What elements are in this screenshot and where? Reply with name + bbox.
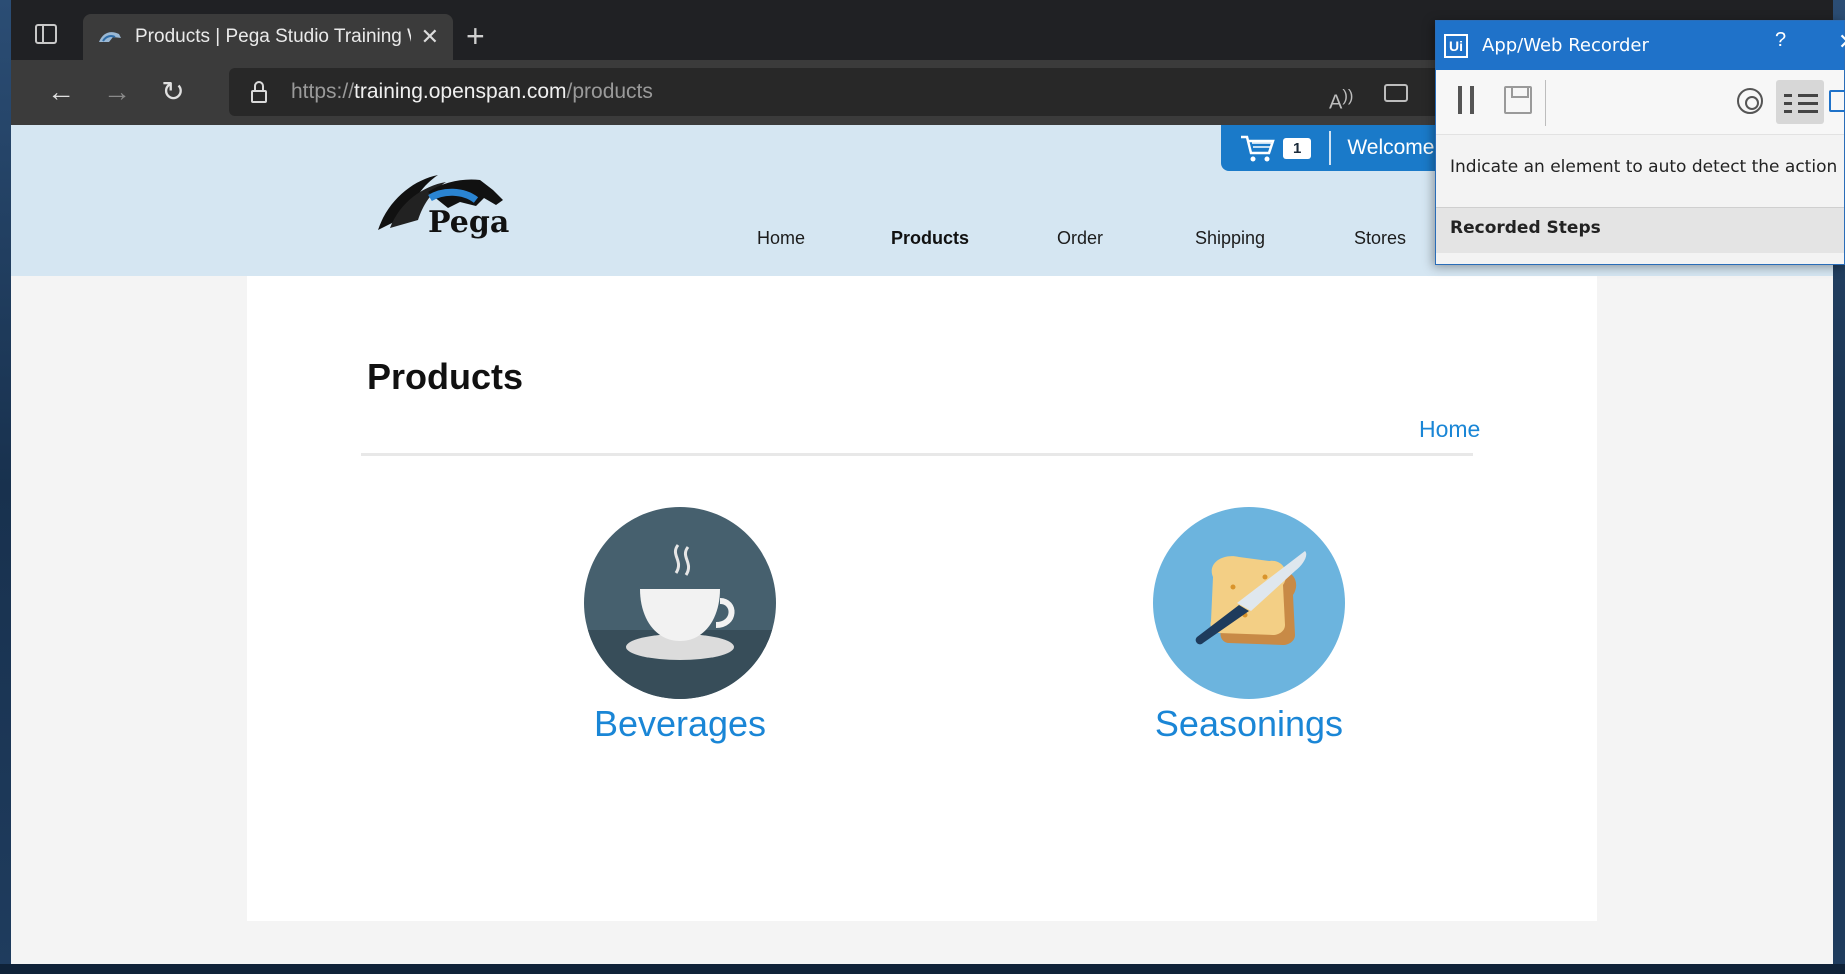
page-title: Products bbox=[367, 356, 524, 397]
nav-products[interactable]: Products bbox=[891, 228, 969, 249]
coffee-cup-icon bbox=[584, 507, 776, 699]
help-icon[interactable]: ? bbox=[1775, 29, 1786, 52]
recorder-toolbar bbox=[1436, 70, 1845, 134]
read-aloud-icon[interactable]: A)) bbox=[1329, 86, 1353, 115]
taskbar-edge bbox=[0, 964, 1845, 974]
recorder-title-bar: Ui App/Web Recorder ? ✕ bbox=[1436, 21, 1845, 70]
bread-knife-icon bbox=[1153, 507, 1345, 699]
recorded-steps-header[interactable]: Recorded Steps bbox=[1436, 207, 1844, 253]
nav-order[interactable]: Order bbox=[1057, 228, 1103, 249]
tab-actions-icon[interactable] bbox=[35, 24, 57, 44]
url-field[interactable]: https://training.openspan.com/products A… bbox=[229, 68, 1474, 116]
welcome-text[interactable]: Welcome bbox=[1347, 136, 1434, 160]
back-icon[interactable]: ← bbox=[45, 76, 77, 108]
app-web-recorder-panel: Ui App/Web Recorder ? ✕ Indicate an elem… bbox=[1435, 20, 1845, 265]
close-icon[interactable]: ✕ bbox=[1838, 29, 1845, 55]
category-label[interactable]: Seasonings bbox=[1119, 699, 1379, 749]
breadcrumb-home[interactable]: Home bbox=[1419, 416, 1480, 443]
nav-stores[interactable]: Stores bbox=[1354, 228, 1406, 249]
forward-icon[interactable]: → bbox=[101, 76, 133, 108]
tab-title: Products | Pega Studio Training W bbox=[135, 26, 411, 47]
pega-favicon-icon bbox=[99, 32, 121, 42]
screenshot-icon[interactable] bbox=[1829, 90, 1845, 112]
category-seasonings[interactable]: Seasonings bbox=[1119, 507, 1379, 749]
save-icon[interactable] bbox=[1504, 86, 1532, 114]
nav-shipping[interactable]: Shipping bbox=[1195, 228, 1265, 249]
category-label[interactable]: Beverages bbox=[550, 699, 810, 749]
cart-count-badge[interactable]: 1 bbox=[1283, 137, 1312, 159]
pega-logo[interactable]: Pega bbox=[368, 160, 528, 240]
refresh-icon[interactable]: ↻ bbox=[157, 76, 189, 108]
toolbar-divider bbox=[1545, 80, 1546, 126]
lock-icon bbox=[239, 68, 279, 116]
desktop-left-edge bbox=[0, 0, 11, 974]
url-text: https://training.openspan.com/products bbox=[291, 80, 653, 103]
recorder-title: App/Web Recorder bbox=[1482, 35, 1649, 56]
title-divider bbox=[361, 453, 1473, 456]
target-selector-icon[interactable] bbox=[1737, 88, 1763, 114]
main-content: Products Home Beverages Seasonings bbox=[247, 276, 1597, 921]
new-tab-icon[interactable]: + bbox=[466, 20, 485, 52]
cart-divider bbox=[1329, 131, 1332, 165]
svg-text:Pega: Pega bbox=[428, 205, 509, 240]
recorded-steps-icon[interactable] bbox=[1776, 80, 1824, 124]
pause-icon[interactable] bbox=[1458, 86, 1474, 114]
category-beverages[interactable]: Beverages bbox=[550, 507, 810, 749]
shopping-cart-icon[interactable] bbox=[1239, 133, 1275, 163]
close-tab-icon[interactable]: ✕ bbox=[421, 24, 439, 50]
cart-welcome-bar: 1 Welcome bbox=[1221, 125, 1451, 171]
recorder-hint: Indicate an element to auto detect the a… bbox=[1436, 134, 1844, 207]
uipath-logo-icon: Ui bbox=[1444, 33, 1468, 58]
payment-card-icon[interactable] bbox=[1384, 84, 1408, 102]
browser-tab[interactable]: Products | Pega Studio Training W ✕ bbox=[83, 14, 453, 60]
nav-home[interactable]: Home bbox=[757, 228, 805, 249]
